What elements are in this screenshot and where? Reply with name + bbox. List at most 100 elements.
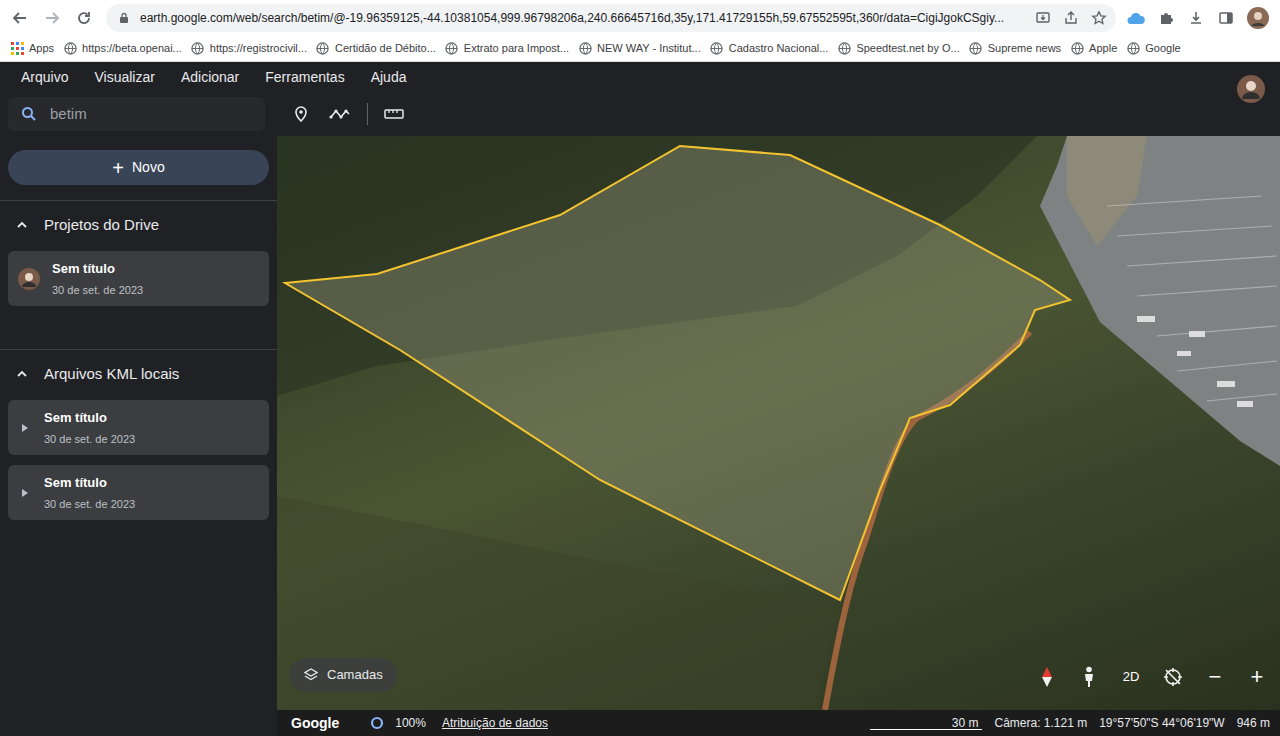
chevron-icon[interactable]: [14, 217, 30, 233]
expand-triangle-icon[interactable]: [18, 482, 32, 504]
side-panel-icon[interactable]: [1216, 8, 1236, 28]
reload-icon[interactable]: [70, 4, 98, 32]
reset-view-icon[interactable]: [1158, 662, 1188, 692]
section-header[interactable]: Arquivos KML locais: [8, 350, 269, 398]
globe-icon: [1070, 42, 1084, 56]
layers-button[interactable]: Camadas: [289, 658, 397, 692]
loading-percent: 100%: [395, 714, 426, 732]
search-box[interactable]: [8, 97, 265, 131]
map-column: Camadas 2D −+ Google 100% Atribuição de dados…: [277, 136, 1280, 736]
globe-icon: [1126, 42, 1140, 56]
globe-icon: [63, 42, 77, 56]
bookmark-label[interactable]: Supreme news: [988, 40, 1061, 57]
search-input[interactable]: [50, 103, 253, 126]
project-title[interactable]: Sem título: [44, 408, 135, 428]
download-icon[interactable]: [1186, 8, 1206, 28]
menu-item[interactable]: Ferramentas: [265, 67, 344, 88]
globe-icon: [837, 42, 851, 56]
earth-toolbar: [0, 92, 1280, 136]
bookmark-label[interactable]: Cadastro Nacional...: [729, 40, 829, 57]
data-attribution-link[interactable]: Atribuição de dados: [442, 714, 548, 732]
new-button[interactable]: + Novo: [8, 150, 269, 185]
layers-label[interactable]: Camadas: [327, 665, 383, 685]
project-title[interactable]: Sem título: [52, 259, 143, 279]
bookmark[interactable]: Apps: [10, 40, 54, 57]
install-icon[interactable]: [1034, 9, 1052, 27]
camera-altitude: Câmera: 1.121 m: [994, 714, 1087, 732]
bookmark-label[interactable]: Certidão de Débito...: [335, 40, 436, 57]
address-bar[interactable]: earth.google.com/web/search/betim/@-19.9…: [106, 4, 1116, 32]
project-date: 30 de set. de 2023: [44, 496, 135, 513]
google-logo: Google: [291, 713, 339, 734]
satellite-image: [277, 136, 1280, 710]
bookmarks-bar: Apps https://beta.openai... https://regist…: [0, 36, 1280, 62]
bookmark-label[interactable]: Speedtest.net by O...: [856, 40, 959, 57]
project-card[interactable]: Sem título 30 de set. de 2023: [8, 251, 269, 306]
bookmark[interactable]: Cadastro Nacional...: [710, 40, 829, 57]
globe-icon: [969, 42, 983, 56]
url-text[interactable]: earth.google.com/web/search/betim/@-19.9…: [140, 9, 1004, 27]
project-card[interactable]: Sem título 30 de set. de 2023: [8, 465, 269, 520]
bookmark[interactable]: Extrato para Impost...: [445, 40, 569, 57]
loading-ring-icon: [369, 715, 385, 731]
menu-item[interactable]: Ajuda: [371, 67, 407, 88]
search-icon: [20, 105, 38, 123]
bookmark[interactable]: https://registrocivil...: [191, 40, 307, 57]
bookmark[interactable]: Google: [1126, 40, 1180, 57]
bookmark[interactable]: Certidão de Débito...: [316, 40, 436, 57]
bookmark-label[interactable]: NEW WAY - Institut...: [597, 40, 701, 57]
new-plus-label[interactable]: +: [112, 158, 124, 178]
section-title[interactable]: Projetos do Drive: [44, 214, 159, 237]
globe-icon: [445, 42, 459, 56]
view-toggle[interactable]: 2D: [1116, 662, 1146, 692]
project-date: 30 de set. de 2023: [52, 282, 143, 299]
bookmark[interactable]: https://beta.openai...: [63, 40, 182, 57]
bookmark[interactable]: Supreme news: [969, 40, 1061, 57]
sidebar: + Novo Projetos do Drive Sem título 30 de se…: [0, 136, 277, 736]
project-date: 30 de set. de 2023: [44, 431, 135, 448]
menu-item[interactable]: Adicionar: [181, 67, 239, 88]
project-text: Sem título 30 de set. de 2023: [44, 408, 135, 447]
bookmark-label[interactable]: https://registrocivil...: [210, 40, 307, 57]
share-icon[interactable]: [1062, 9, 1080, 27]
section-divider: [0, 349, 277, 350]
zoom-in-button[interactable]: +: [1242, 662, 1272, 692]
globe-icon: [191, 42, 205, 56]
pegman-icon[interactable]: [1074, 662, 1104, 692]
section-title[interactable]: Arquivos KML locais: [44, 363, 179, 386]
bookmark-label[interactable]: Google: [1145, 40, 1180, 57]
compass-icon[interactable]: [1032, 662, 1062, 692]
bookmark[interactable]: NEW WAY - Institut...: [578, 40, 701, 57]
chevron-icon[interactable]: [14, 366, 30, 382]
forward-arrow-icon[interactable]: [38, 4, 66, 32]
zoom-out-button[interactable]: −: [1200, 662, 1230, 692]
expand-triangle-icon[interactable]: [18, 417, 32, 439]
bookmark-label[interactable]: https://beta.openai...: [82, 40, 182, 57]
bookmark-label[interactable]: Apps: [29, 40, 54, 57]
placemark-icon[interactable]: [289, 102, 313, 126]
new-label[interactable]: Novo: [132, 157, 165, 178]
bookmark-label[interactable]: Apple: [1089, 40, 1117, 57]
owner-avatar-icon: [18, 268, 40, 290]
extensions-icon[interactable]: [1156, 8, 1176, 28]
map-view[interactable]: Camadas 2D −+: [277, 136, 1280, 710]
bookmark[interactable]: Speedtest.net by O...: [837, 40, 959, 57]
ruler-icon[interactable]: [382, 102, 406, 126]
star-icon[interactable]: [1090, 9, 1108, 27]
path-icon[interactable]: [327, 102, 353, 126]
ground-altitude: 946 m: [1237, 714, 1270, 732]
cloud-icon[interactable]: [1126, 8, 1146, 28]
account-avatar-icon[interactable]: [1236, 74, 1266, 104]
menu-bar: Arquivo Visualizar Adicionar Ferramentas Aju…: [0, 62, 1280, 92]
section-header[interactable]: Projetos do Drive: [8, 201, 269, 249]
menu-item[interactable]: Arquivo: [21, 67, 68, 88]
status-bar: Google100%Atribuição de dados30 mCâmera:…: [277, 710, 1280, 736]
project-card[interactable]: Sem título 30 de set. de 2023: [8, 400, 269, 455]
project-title[interactable]: Sem título: [44, 473, 135, 493]
back-arrow-icon[interactable]: [6, 4, 34, 32]
bookmark-label[interactable]: Extrato para Impost...: [464, 40, 569, 57]
bookmark[interactable]: Apple: [1070, 40, 1117, 57]
apps-grid-icon: [10, 42, 24, 56]
menu-item[interactable]: Visualizar: [94, 67, 154, 88]
profile-avatar-icon[interactable]: [1246, 6, 1270, 30]
